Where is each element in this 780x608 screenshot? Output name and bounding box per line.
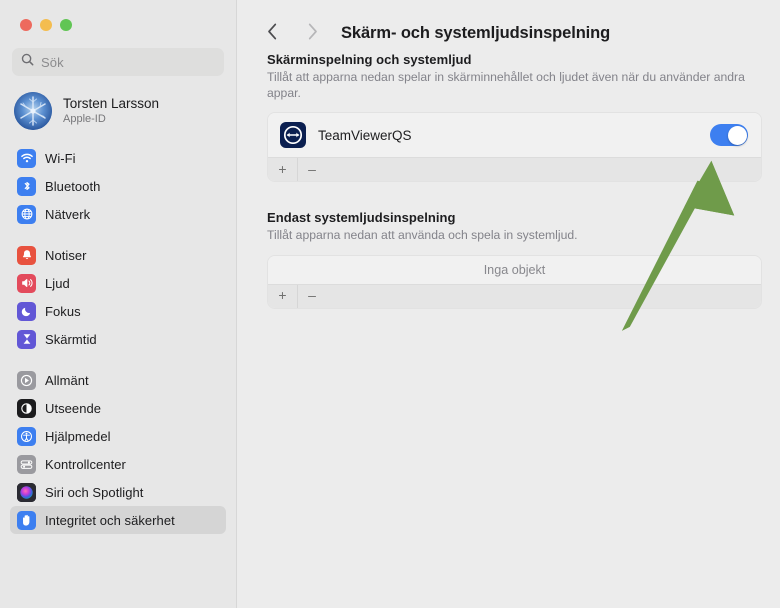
- privacy-hand-icon: [17, 510, 36, 530]
- add-app-button[interactable]: +: [268, 158, 297, 181]
- sidebar-item-focus[interactable]: Fokus: [10, 297, 226, 325]
- system-settings-window: Sök Torsten Larsson Apple-ID Wi-Fi Bluet…: [0, 0, 780, 608]
- section-title: Skärminspelning och systemljud: [267, 52, 472, 67]
- sidebar-item-label: Ljud: [45, 275, 70, 291]
- empty-state-row: Inga objekt: [268, 255, 761, 284]
- network-globe-icon: [17, 204, 36, 224]
- list-footer-bar: + –: [268, 157, 761, 182]
- sidebar-item-appearance[interactable]: Utseende: [10, 394, 226, 422]
- minus-icon: –: [308, 160, 316, 177]
- search-input[interactable]: Sök: [12, 48, 224, 76]
- sidebar-item-label: Integritet och säkerhet: [45, 512, 175, 528]
- chevron-right-icon: [307, 23, 318, 45]
- add-app-button[interactable]: +: [268, 285, 297, 308]
- toolbar: Skärm- och systemljudsinspelning: [237, 0, 780, 52]
- section-system-audio-only: Endast systemljudsinspelning Tillåt appa…: [237, 210, 780, 309]
- sidebar-item-screentime[interactable]: Skärmtid: [10, 325, 226, 353]
- teamviewer-toggle[interactable]: [710, 124, 748, 147]
- sidebar-item-label: Utseende: [45, 400, 102, 416]
- account-text: Torsten Larsson Apple-ID: [63, 96, 159, 125]
- bluetooth-icon: [17, 176, 36, 196]
- close-button[interactable]: [20, 19, 32, 31]
- sidebar-item-network[interactable]: Nätverk: [10, 200, 226, 228]
- avatar: [14, 92, 52, 130]
- sidebar-item-control-center[interactable]: Kontrollcenter: [10, 450, 226, 478]
- app-list-card: TeamViewerQS + –: [267, 112, 762, 183]
- section-screen-recording: Skärminspelning och systemljud Tillåt at…: [237, 52, 780, 183]
- app-list-card: Inga objekt + –: [267, 254, 762, 309]
- remove-app-button[interactable]: –: [297, 158, 326, 182]
- list-footer-bar: + –: [268, 283, 761, 308]
- wifi-icon: [17, 148, 36, 168]
- minus-icon: –: [308, 287, 316, 304]
- sidebar-item-label: Siri och Spotlight: [45, 484, 144, 500]
- account-subtitle: Apple-ID: [63, 112, 106, 125]
- page-title: Skärm- och systemljudsinspelning: [341, 24, 611, 42]
- sidebar-item-wifi[interactable]: Wi-Fi: [10, 144, 226, 172]
- chevron-left-icon: [267, 23, 278, 45]
- app-name: TeamViewerQS: [318, 127, 412, 143]
- sidebar-item-label: Wi-Fi: [45, 150, 76, 166]
- sidebar-item-siri-spotlight[interactable]: Siri och Spotlight: [10, 478, 226, 506]
- gear-icon: [17, 370, 36, 390]
- zoom-button[interactable]: [60, 19, 72, 31]
- window-controls: [0, 0, 236, 31]
- section-title: Endast systemljudsinspelning: [267, 210, 456, 226]
- nav-group-general: Allmänt Utseende Hjälpmedel Kontrollcent…: [0, 366, 236, 534]
- control-center-icon: [17, 454, 36, 474]
- plus-icon: +: [278, 160, 287, 177]
- sidebar-item-sound[interactable]: Ljud: [10, 269, 226, 297]
- nav-group-network: Wi-Fi Bluetooth Nätverk: [0, 144, 236, 228]
- sidebar-item-label: Nätverk: [45, 206, 91, 222]
- sidebar-item-privacy-security[interactable]: Integritet och säkerhet: [10, 506, 226, 534]
- account-name: Torsten Larsson: [63, 96, 160, 112]
- section-description: Tillåt apparna nedan att använda och spe…: [267, 228, 578, 243]
- section-description: Tillåt att apparna nedan spelar in skärm…: [267, 70, 745, 101]
- back-button[interactable]: [257, 20, 287, 48]
- sidebar-item-label: Skärmtid: [45, 331, 97, 347]
- nav-group-system: Notiser Ljud Fokus Skärmtid: [0, 241, 236, 353]
- sidebar-item-bluetooth[interactable]: Bluetooth: [10, 172, 226, 200]
- moon-icon: [17, 301, 36, 321]
- sidebar: Sök Torsten Larsson Apple-ID Wi-Fi Bluet…: [0, 0, 237, 608]
- toggle-knob: [727, 125, 747, 145]
- sidebar-item-label: Notiser: [45, 247, 87, 263]
- sidebar-item-label: Allmänt: [45, 372, 89, 388]
- sidebar-item-label: Fokus: [45, 303, 81, 319]
- search-icon: [21, 53, 34, 71]
- content-pane: Skärm- och systemljudsinspelning Skärmin…: [237, 0, 780, 608]
- search-container: Sök: [0, 31, 236, 76]
- list-item[interactable]: TeamViewerQS: [268, 113, 761, 158]
- appearance-icon: [17, 398, 36, 418]
- siri-icon: [17, 482, 36, 502]
- accessibility-icon: [17, 426, 36, 446]
- plus-icon: +: [278, 287, 287, 304]
- account-row[interactable]: Torsten Larsson Apple-ID: [0, 76, 236, 130]
- remove-app-button[interactable]: –: [297, 284, 326, 308]
- forward-button[interactable]: [297, 20, 327, 48]
- sidebar-item-notifications[interactable]: Notiser: [10, 241, 226, 269]
- sidebar-item-general[interactable]: Allmänt: [10, 366, 226, 394]
- bell-icon: [17, 245, 36, 265]
- sidebar-item-label: Kontrollcenter: [45, 456, 126, 472]
- teamviewer-icon: [280, 122, 306, 149]
- speaker-icon: [17, 273, 36, 293]
- hourglass-icon: [17, 329, 36, 349]
- sidebar-item-accessibility[interactable]: Hjälpmedel: [10, 422, 226, 450]
- sidebar-item-label: Hjälpmedel: [45, 428, 111, 444]
- sidebar-item-label: Bluetooth: [45, 178, 101, 194]
- minimize-button[interactable]: [40, 19, 52, 31]
- search-placeholder: Sök: [41, 54, 64, 70]
- empty-state-label: Inga objekt: [483, 262, 546, 277]
